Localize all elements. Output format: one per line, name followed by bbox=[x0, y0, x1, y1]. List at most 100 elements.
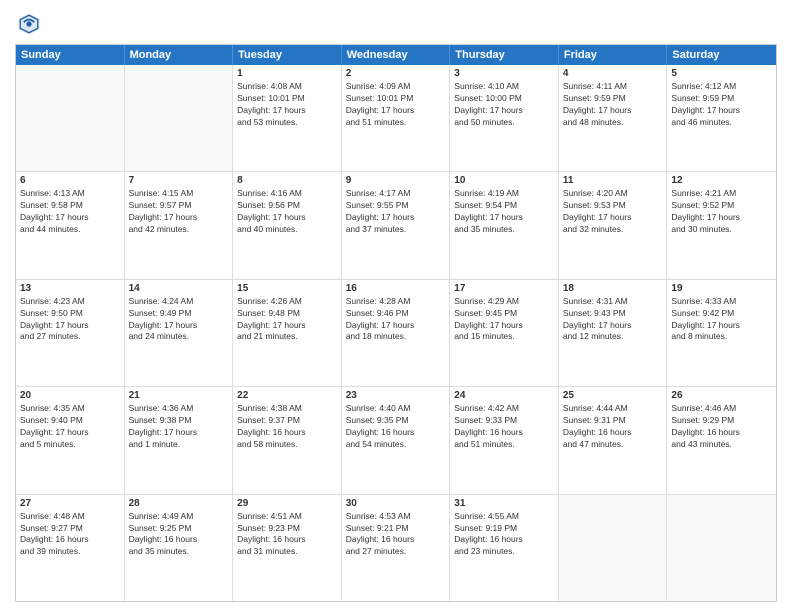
cell-info-line: Sunset: 9:25 PM bbox=[129, 523, 229, 535]
cell-info-line: Daylight: 16 hours bbox=[237, 534, 337, 546]
day-number: 8 bbox=[237, 175, 337, 186]
day-cell-7: 7Sunrise: 4:15 AMSunset: 9:57 PMDaylight… bbox=[125, 172, 234, 278]
day-number: 18 bbox=[563, 283, 663, 294]
cell-info-line: Daylight: 17 hours bbox=[454, 320, 554, 332]
cell-info-line: Sunrise: 4:38 AM bbox=[237, 403, 337, 415]
day-cell-19: 19Sunrise: 4:33 AMSunset: 9:42 PMDayligh… bbox=[667, 280, 776, 386]
cell-info-line: and 51 minutes. bbox=[454, 439, 554, 451]
cell-info-line: Daylight: 16 hours bbox=[346, 427, 446, 439]
cell-info-line: Daylight: 17 hours bbox=[346, 320, 446, 332]
cell-info-line: Sunrise: 4:17 AM bbox=[346, 188, 446, 200]
cell-info-line: Daylight: 17 hours bbox=[237, 320, 337, 332]
day-number: 27 bbox=[20, 498, 120, 509]
cell-info-line: Sunset: 9:45 PM bbox=[454, 308, 554, 320]
cell-info-line: and 27 minutes. bbox=[20, 331, 120, 343]
cell-info-line: Sunrise: 4:35 AM bbox=[20, 403, 120, 415]
cell-info-line: and 32 minutes. bbox=[563, 224, 663, 236]
cell-info-line: Daylight: 17 hours bbox=[346, 212, 446, 224]
cell-info-line: Sunset: 9:43 PM bbox=[563, 308, 663, 320]
cell-info-line: Sunrise: 4:26 AM bbox=[237, 296, 337, 308]
cell-info-line: and 39 minutes. bbox=[20, 546, 120, 558]
day-cell-16: 16Sunrise: 4:28 AMSunset: 9:46 PMDayligh… bbox=[342, 280, 451, 386]
day-number: 22 bbox=[237, 390, 337, 401]
day-of-week-sunday: Sunday bbox=[16, 45, 125, 65]
cell-info-line: Sunrise: 4:08 AM bbox=[237, 81, 337, 93]
cell-info-line: Daylight: 17 hours bbox=[20, 427, 120, 439]
day-cell-6: 6Sunrise: 4:13 AMSunset: 9:58 PMDaylight… bbox=[16, 172, 125, 278]
day-number: 14 bbox=[129, 283, 229, 294]
cell-info-line: and 37 minutes. bbox=[346, 224, 446, 236]
cell-info-line: Sunset: 9:59 PM bbox=[671, 93, 772, 105]
cell-info-line: Sunset: 9:33 PM bbox=[454, 415, 554, 427]
cell-info-line: and 24 minutes. bbox=[129, 331, 229, 343]
cell-info-line: and 54 minutes. bbox=[346, 439, 446, 451]
day-of-week-saturday: Saturday bbox=[667, 45, 776, 65]
day-number: 20 bbox=[20, 390, 120, 401]
day-cell-22: 22Sunrise: 4:38 AMSunset: 9:37 PMDayligh… bbox=[233, 387, 342, 493]
cell-info-line: Daylight: 17 hours bbox=[671, 212, 772, 224]
cell-info-line: and 43 minutes. bbox=[671, 439, 772, 451]
day-cell-29: 29Sunrise: 4:51 AMSunset: 9:23 PMDayligh… bbox=[233, 495, 342, 601]
day-cell-10: 10Sunrise: 4:19 AMSunset: 9:54 PMDayligh… bbox=[450, 172, 559, 278]
logo-icon bbox=[15, 10, 43, 38]
cell-info-line: Sunrise: 4:55 AM bbox=[454, 511, 554, 523]
cell-info-line: and 18 minutes. bbox=[346, 331, 446, 343]
cell-info-line: Daylight: 16 hours bbox=[129, 534, 229, 546]
day-number: 31 bbox=[454, 498, 554, 509]
day-number: 2 bbox=[346, 68, 446, 79]
cell-info-line: and 8 minutes. bbox=[671, 331, 772, 343]
logo bbox=[15, 10, 47, 38]
cell-info-line: Sunrise: 4:19 AM bbox=[454, 188, 554, 200]
cell-info-line: Sunrise: 4:23 AM bbox=[20, 296, 120, 308]
day-cell-17: 17Sunrise: 4:29 AMSunset: 9:45 PMDayligh… bbox=[450, 280, 559, 386]
cell-info-line: Sunset: 9:40 PM bbox=[20, 415, 120, 427]
cell-info-line: Sunset: 9:49 PM bbox=[129, 308, 229, 320]
cell-info-line: Sunset: 9:50 PM bbox=[20, 308, 120, 320]
calendar-body: 1Sunrise: 4:08 AMSunset: 10:01 PMDayligh… bbox=[16, 65, 776, 601]
cell-info-line: and 30 minutes. bbox=[671, 224, 772, 236]
cell-info-line: and 47 minutes. bbox=[563, 439, 663, 451]
day-number: 10 bbox=[454, 175, 554, 186]
cell-info-line: Daylight: 17 hours bbox=[563, 105, 663, 117]
cell-info-line: Sunset: 9:35 PM bbox=[346, 415, 446, 427]
cell-info-line: Daylight: 17 hours bbox=[454, 105, 554, 117]
cell-info-line: Daylight: 16 hours bbox=[20, 534, 120, 546]
cell-info-line: and 53 minutes. bbox=[237, 117, 337, 129]
page: SundayMondayTuesdayWednesdayThursdayFrid… bbox=[0, 0, 792, 612]
day-cell-27: 27Sunrise: 4:48 AMSunset: 9:27 PMDayligh… bbox=[16, 495, 125, 601]
cell-info-line: Daylight: 17 hours bbox=[563, 320, 663, 332]
cell-info-line: Sunset: 9:42 PM bbox=[671, 308, 772, 320]
day-cell-8: 8Sunrise: 4:16 AMSunset: 9:56 PMDaylight… bbox=[233, 172, 342, 278]
day-cell-5: 5Sunrise: 4:12 AMSunset: 9:59 PMDaylight… bbox=[667, 65, 776, 171]
cell-info-line: Daylight: 17 hours bbox=[129, 427, 229, 439]
day-cell-14: 14Sunrise: 4:24 AMSunset: 9:49 PMDayligh… bbox=[125, 280, 234, 386]
cell-info-line: and 51 minutes. bbox=[346, 117, 446, 129]
header bbox=[15, 10, 777, 38]
cell-info-line: Sunrise: 4:46 AM bbox=[671, 403, 772, 415]
cell-info-line: Sunrise: 4:51 AM bbox=[237, 511, 337, 523]
cell-info-line: Sunset: 9:19 PM bbox=[454, 523, 554, 535]
day-number: 23 bbox=[346, 390, 446, 401]
cell-info-line: Daylight: 16 hours bbox=[563, 427, 663, 439]
cell-info-line: Sunrise: 4:53 AM bbox=[346, 511, 446, 523]
day-number: 28 bbox=[129, 498, 229, 509]
day-number: 9 bbox=[346, 175, 446, 186]
cell-info-line: Sunset: 9:21 PM bbox=[346, 523, 446, 535]
cell-info-line: Sunrise: 4:13 AM bbox=[20, 188, 120, 200]
day-number: 3 bbox=[454, 68, 554, 79]
day-number: 24 bbox=[454, 390, 554, 401]
cell-info-line: Sunset: 9:53 PM bbox=[563, 200, 663, 212]
day-cell-13: 13Sunrise: 4:23 AMSunset: 9:50 PMDayligh… bbox=[16, 280, 125, 386]
cell-info-line: Sunset: 9:55 PM bbox=[346, 200, 446, 212]
cell-info-line: Daylight: 16 hours bbox=[346, 534, 446, 546]
day-cell-24: 24Sunrise: 4:42 AMSunset: 9:33 PMDayligh… bbox=[450, 387, 559, 493]
week-row-5: 27Sunrise: 4:48 AMSunset: 9:27 PMDayligh… bbox=[16, 495, 776, 601]
cell-info-line: Daylight: 17 hours bbox=[20, 212, 120, 224]
cell-info-line: Sunrise: 4:15 AM bbox=[129, 188, 229, 200]
day-number: 17 bbox=[454, 283, 554, 294]
cell-info-line: and 31 minutes. bbox=[237, 546, 337, 558]
cell-info-line: Sunset: 9:54 PM bbox=[454, 200, 554, 212]
cell-info-line: and 48 minutes. bbox=[563, 117, 663, 129]
day-of-week-wednesday: Wednesday bbox=[342, 45, 451, 65]
cell-info-line: Sunrise: 4:21 AM bbox=[671, 188, 772, 200]
